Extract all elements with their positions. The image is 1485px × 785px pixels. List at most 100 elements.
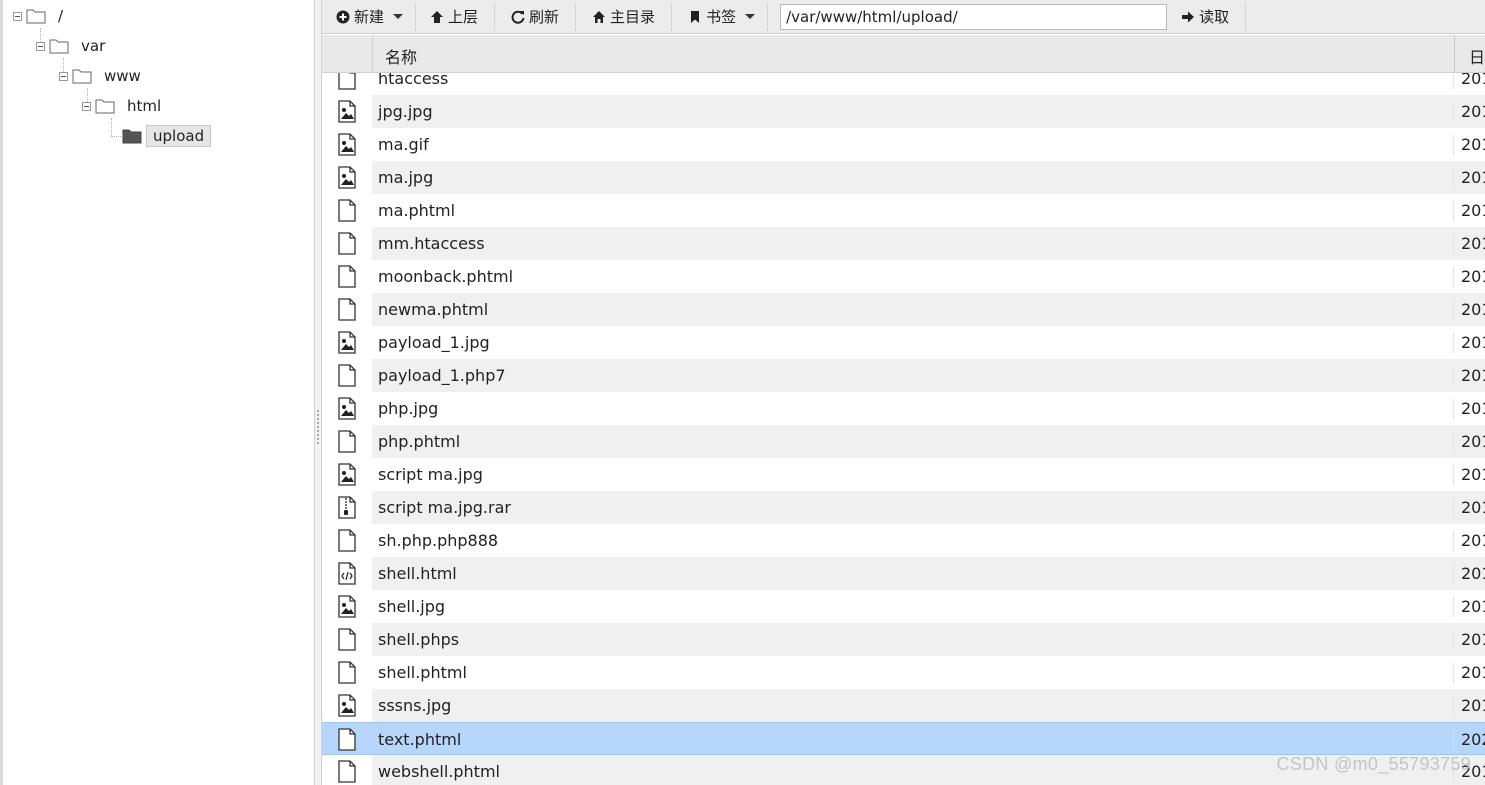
- file-row[interactable]: mm.htaccess 201: [322, 227, 1485, 260]
- tree-node-root[interactable]: /: [13, 4, 66, 28]
- file-icon-cell: [322, 359, 372, 392]
- file-name: script ma.jpg.rar: [378, 498, 511, 517]
- image-file-icon: [338, 463, 356, 486]
- file-date: 201: [1453, 663, 1485, 683]
- tree-node-label: /: [58, 7, 64, 25]
- file-icon-cell: [322, 689, 372, 722]
- file-date: 201: [1453, 399, 1485, 419]
- file-date: 201: [1453, 267, 1485, 287]
- file-icon-cell: [322, 458, 372, 491]
- path-input[interactable]: [780, 3, 1168, 30]
- file-row[interactable]: php.phtml 201: [322, 425, 1485, 458]
- tree-node-label: html: [127, 97, 162, 115]
- file-row[interactable]: ma.phtml 201: [322, 194, 1485, 227]
- image-file-icon: [338, 331, 356, 354]
- file-row[interactable]: jpg.jpg 201: [322, 95, 1485, 128]
- new-button[interactable]: 新建: [322, 2, 417, 31]
- date-column-header[interactable]: 日: [1469, 44, 1485, 68]
- directory-tree-panel: / var www html upload: [0, 0, 314, 785]
- tree-node-label: var: [81, 37, 106, 55]
- file-row[interactable]: shell.phtml 201: [322, 656, 1485, 689]
- file-row[interactable]: payload_1.php7 201: [322, 359, 1485, 392]
- image-file-icon: [338, 100, 356, 123]
- dropdown-caret-icon: [745, 14, 756, 19]
- file-name: ma.jpg: [378, 168, 434, 187]
- image-file-icon: [338, 133, 356, 156]
- file-icon-cell: [322, 524, 372, 557]
- file-row[interactable]: php.jpg 201: [322, 392, 1485, 425]
- tree-node-label: www: [104, 67, 141, 85]
- file-row[interactable]: sh.php.php888 201: [322, 524, 1485, 557]
- file-icon-cell: [322, 73, 372, 95]
- file-date: 201: [1453, 465, 1485, 485]
- file-icon: [338, 728, 356, 751]
- file-row[interactable]: script ma.jpg.rar 201: [322, 491, 1485, 524]
- file-date: 201: [1453, 498, 1485, 518]
- file-icon-cell: [322, 194, 372, 227]
- panel-splitter[interactable]: [314, 0, 322, 785]
- file-row[interactable]: ma.jpg 201: [322, 161, 1485, 194]
- image-file-icon: [338, 166, 356, 189]
- file-date: 201: [1453, 432, 1485, 452]
- bookmark-button[interactable]: 书签: [672, 2, 769, 31]
- file-name: ma.gif: [378, 135, 429, 154]
- file-icon-cell: [322, 590, 372, 623]
- column-resize-handle[interactable]: [1454, 35, 1455, 72]
- tree-node-var[interactable]: var: [36, 34, 108, 58]
- file-date: 201: [1453, 564, 1485, 584]
- file-row[interactable]: ma.gif 201: [322, 128, 1485, 161]
- file-date: 201: [1453, 135, 1485, 155]
- name-column-header[interactable]: 名称: [385, 44, 417, 68]
- file-name: newma.phtml: [378, 300, 489, 319]
- file-row[interactable]: text.phtml 202: [322, 722, 1485, 755]
- file-icon-cell: [322, 128, 372, 161]
- file-name: ma.phtml: [378, 201, 456, 220]
- file-row[interactable]: shell.html 201: [322, 557, 1485, 590]
- collapse-toggle-icon[interactable]: [13, 11, 22, 21]
- file-icon: [338, 73, 356, 90]
- toolbar: 新建 上层 刷新 主目录 书签 /var/www/html/upload/ 读取: [322, 0, 1485, 34]
- file-icon: [338, 199, 356, 222]
- file-row[interactable]: shell.jpg 201: [322, 590, 1485, 623]
- tree-node-www[interactable]: www: [59, 64, 144, 88]
- tree-node-html[interactable]: html: [82, 94, 164, 118]
- collapse-toggle-icon[interactable]: [82, 101, 91, 111]
- dropdown-caret-icon: [393, 14, 404, 19]
- tree-node-label: upload: [146, 125, 212, 147]
- file-date: 201: [1453, 73, 1485, 89]
- image-file-icon: [338, 694, 356, 717]
- tree-node-upload[interactable]: upload: [122, 124, 212, 148]
- file-row[interactable]: shell.phps 201: [322, 623, 1485, 656]
- read-button-label: 读取: [1199, 8, 1230, 26]
- file-row[interactable]: newma.phtml 201: [322, 293, 1485, 326]
- image-file-icon: [338, 397, 356, 420]
- file-name: sh.php.php888: [378, 531, 499, 550]
- code-file-icon: [338, 562, 356, 585]
- splitter-grip-icon[interactable]: [317, 410, 319, 444]
- file-row[interactable]: script ma.jpg 201: [322, 458, 1485, 491]
- image-file-icon: [338, 595, 356, 618]
- collapse-toggle-icon[interactable]: [36, 41, 45, 51]
- home-button-label: 主目录: [610, 8, 656, 26]
- file-icon: [338, 430, 356, 453]
- file-date: 202: [1453, 730, 1485, 750]
- file-icon-cell: [322, 755, 372, 785]
- file-icon: [338, 265, 356, 288]
- bookmark-button-label: 书签: [706, 8, 737, 26]
- file-row[interactable]: sssns.jpg 201: [322, 689, 1485, 722]
- file-row[interactable]: moonback.phtml 201: [322, 260, 1485, 293]
- up-button[interactable]: 上层: [416, 2, 496, 31]
- file-date: 201: [1453, 300, 1485, 320]
- file-name: text.phtml: [378, 730, 462, 749]
- home-icon: [593, 10, 606, 23]
- file-date: 201: [1453, 201, 1485, 221]
- file-row[interactable]: payload_1.jpg 201: [322, 326, 1485, 359]
- read-button[interactable]: 读取: [1167, 2, 1247, 31]
- collapse-toggle-icon[interactable]: [59, 71, 68, 81]
- file-name: script ma.jpg: [378, 465, 483, 484]
- file-row[interactable]: htaccess 201: [322, 73, 1485, 95]
- home-button[interactable]: 主目录: [576, 2, 673, 31]
- folder-open-icon: [122, 129, 142, 144]
- file-name: php.jpg: [378, 399, 439, 418]
- refresh-button[interactable]: 刷新: [495, 2, 577, 31]
